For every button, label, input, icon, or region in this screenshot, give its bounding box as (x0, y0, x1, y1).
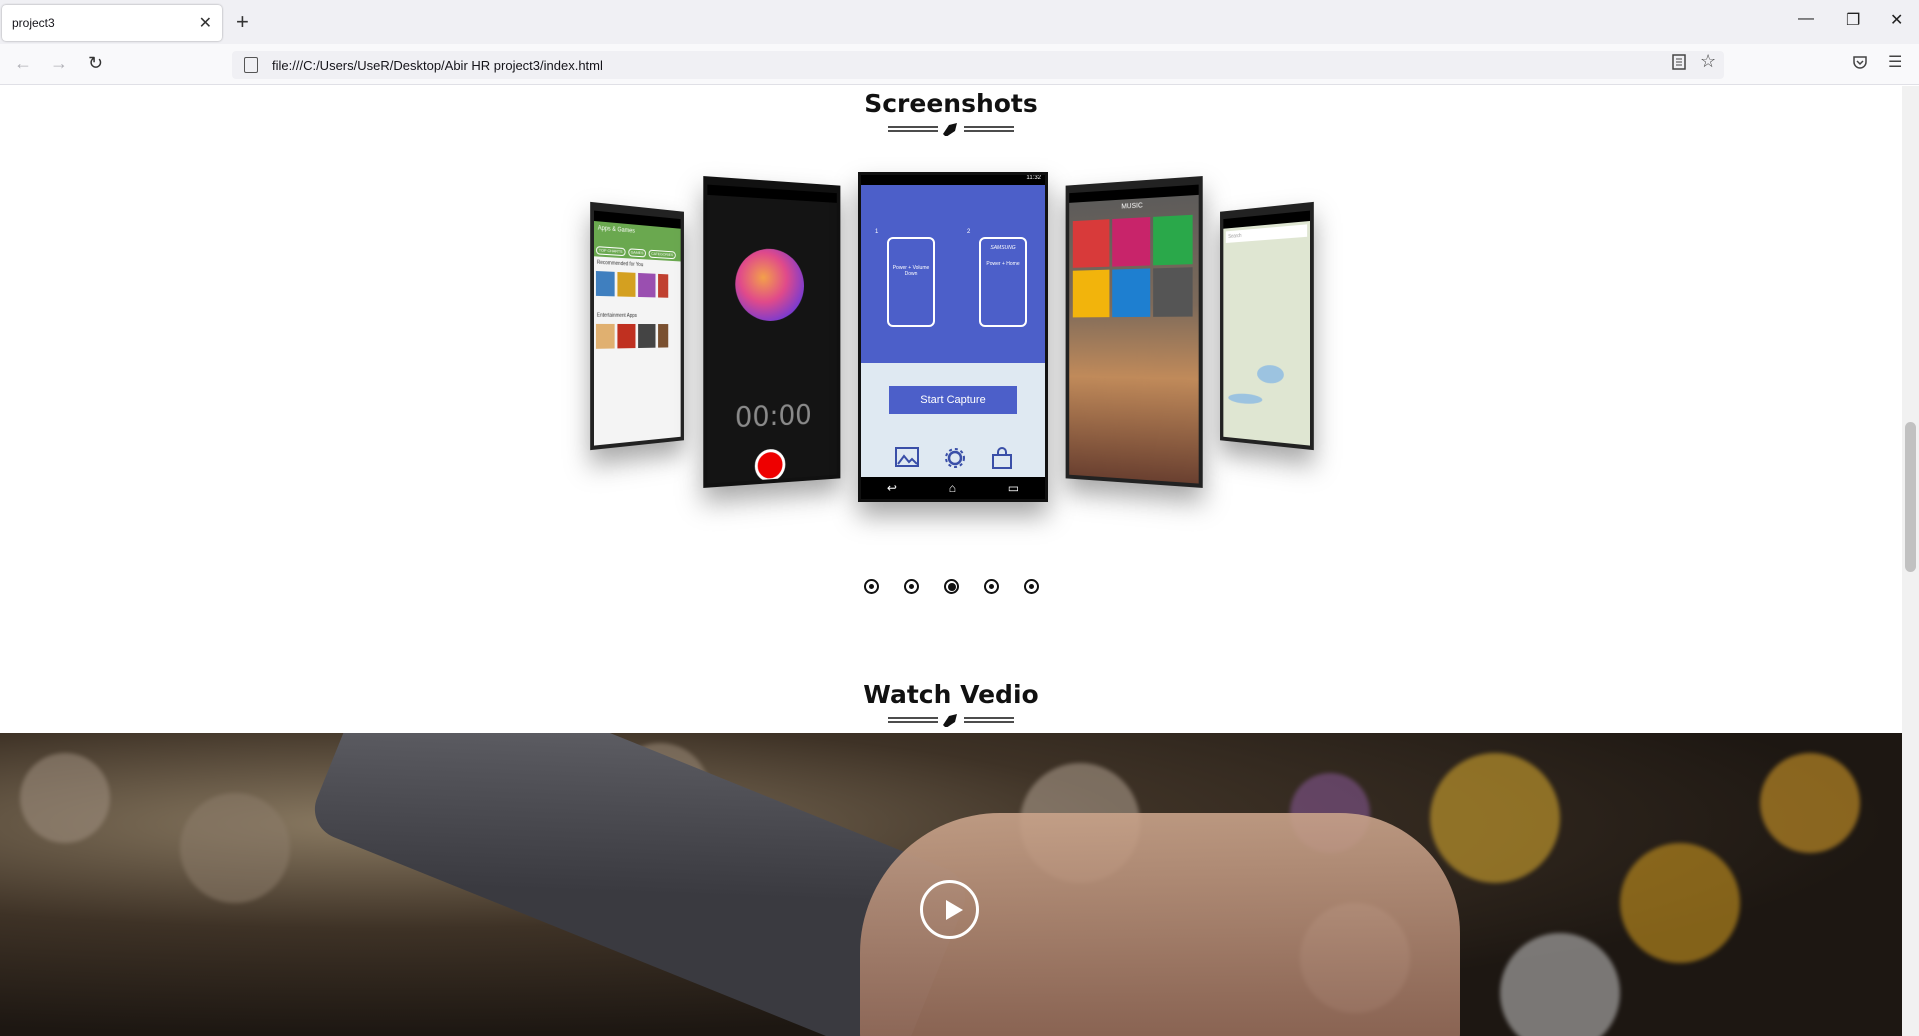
rocket-divider-icon (888, 123, 1014, 136)
nav-home-icon: ⌂ (948, 481, 956, 495)
capture-status-time: 11:32 (861, 175, 1045, 185)
gallery-icon (895, 447, 919, 467)
app-menu-icon[interactable]: ☰ (1888, 52, 1902, 72)
carousel-dot-3[interactable] (944, 579, 959, 594)
phone-screenshot-maps[interactable]: Search (1220, 201, 1314, 451)
forward-button[interactable]: → (50, 53, 68, 74)
bookmark-star-icon[interactable]: ☆ (1700, 51, 1716, 72)
navigation-bar: ← → ↻ file:///C:/Users/UseR/Desktop/Abir… (0, 44, 1919, 85)
record-button (754, 448, 786, 483)
reload-button[interactable]: ↻ (88, 53, 103, 74)
url-text: file:///C:/Users/UseR/Desktop/Abir HR pr… (272, 57, 603, 73)
page-scrollbar[interactable] (1902, 86, 1919, 1036)
capture-step-2: 2 (967, 229, 971, 235)
close-window-button[interactable]: ✕ (1890, 10, 1903, 30)
capture-instruction-1: Power + Volume Down (892, 265, 930, 277)
android-nav-bar: ↩ ⌂ ▭ (861, 477, 1045, 499)
close-tab-icon[interactable]: ✕ (199, 13, 212, 33)
capture-step-1: 1 (875, 229, 879, 235)
carousel-dot-5[interactable] (1024, 579, 1039, 594)
map-water (1257, 364, 1284, 384)
scrollbar-thumb[interactable] (1905, 422, 1916, 572)
url-bar[interactable]: file:///C:/Users/UseR/Desktop/Abir HR pr… (232, 51, 1724, 79)
map-water-2 (1228, 392, 1263, 405)
tab-title: project3 (12, 16, 55, 30)
browser-tab[interactable]: project3 ✕ (2, 5, 222, 41)
store-bag-icon (992, 447, 1012, 469)
phone-outline-1: Power + Volume Down (887, 237, 935, 327)
apps-tab-top: TOP CHARTS (595, 246, 626, 257)
restore-button[interactable]: ❐ (1846, 10, 1860, 30)
rocket-divider-icon (888, 714, 1014, 727)
reader-view-icon[interactable] (1672, 54, 1686, 75)
tab-bar: project3 ✕ + — ❐ ✕ (0, 0, 1919, 44)
apps-tab-categories: CATEGORIES (648, 249, 676, 260)
play-video-button[interactable] (920, 880, 979, 939)
phone-screenshot-apps[interactable]: Apps & Games TOP CHARTS GAMES CATEGORIES… (590, 201, 684, 451)
carousel-dot-1[interactable] (864, 579, 879, 594)
pocket-icon[interactable] (1852, 54, 1868, 75)
page-icon (244, 57, 258, 73)
phone-screenshot-music[interactable]: MUSIC (1065, 176, 1203, 488)
minimize-button[interactable]: — (1798, 10, 1814, 28)
recorder-timer: 00:00 (734, 397, 812, 434)
watch-video-title: Watch Vedio (863, 680, 1039, 709)
recorder-orb (735, 247, 805, 322)
nav-back-icon: ↩ (886, 481, 897, 495)
new-tab-button[interactable]: + (236, 9, 249, 35)
phone-outline-2: SAMSUNG Power + Home (979, 237, 1027, 327)
capture-instructions: 1 2 Power + Volume Down SAMSUNG Power + … (861, 185, 1045, 363)
nav-recents-icon: ▭ (1007, 481, 1020, 495)
apps-tab-games: GAMES (627, 248, 647, 258)
phone-screenshot-recorder[interactable]: 00:00 (703, 176, 841, 488)
settings-gear-icon (945, 448, 965, 468)
phone-screenshot-capture[interactable]: 11:32 1 2 Power + Volume Down SAMSUNG Po… (858, 172, 1048, 502)
screenshots-title: Screenshots (864, 89, 1038, 118)
carousel-dots (864, 579, 1039, 594)
start-capture-button: Start Capture (889, 386, 1017, 414)
back-button[interactable]: ← (14, 53, 32, 74)
samsung-label: SAMSUNG (990, 245, 1016, 251)
carousel-dot-4[interactable] (984, 579, 999, 594)
capture-instruction-2: Power + Home (986, 261, 1020, 267)
apps-section-entertainment: Entertainment Apps (596, 312, 637, 319)
carousel-dot-2[interactable] (904, 579, 919, 594)
